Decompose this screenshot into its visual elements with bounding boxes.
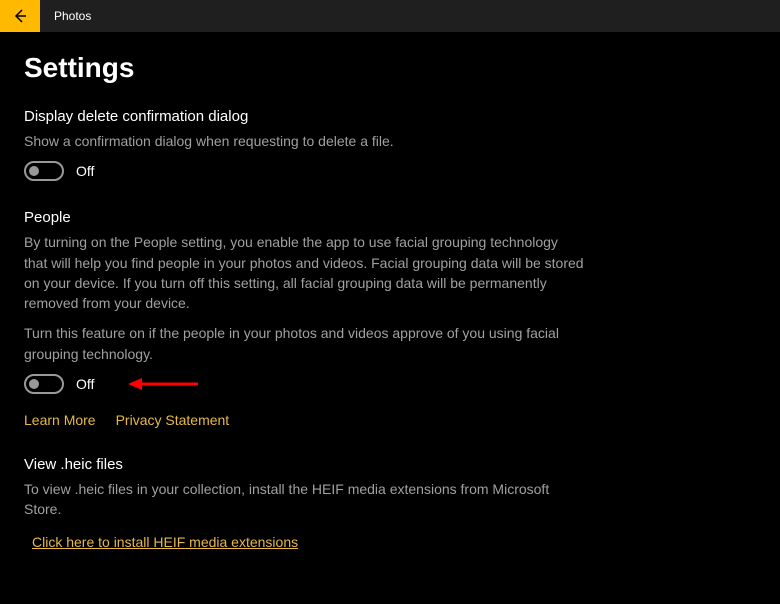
people-links: Learn More Privacy Statement [24, 412, 584, 428]
people-desc-1: By turning on the People setting, you en… [24, 232, 584, 313]
settings-content: Settings Display delete confirmation dia… [0, 32, 780, 604]
page-title: Settings [24, 52, 756, 84]
section-delete-confirm: Display delete confirmation dialog Show … [24, 108, 584, 181]
app-title: Photos [54, 9, 91, 23]
back-button[interactable] [0, 0, 40, 32]
delete-confirm-toggle-row: Off [24, 161, 584, 181]
learn-more-link[interactable]: Learn More [24, 412, 96, 428]
heic-heading: View .heic files [24, 456, 584, 473]
heic-desc: To view .heic files in your collection, … [24, 479, 584, 520]
annotation-arrow [128, 374, 198, 394]
people-desc-2: Turn this feature on if the people in yo… [24, 323, 584, 364]
arrow-left-icon [12, 8, 28, 24]
people-toggle-label: Off [76, 376, 94, 392]
delete-confirm-heading: Display delete confirmation dialog [24, 108, 584, 125]
titlebar: Photos [0, 0, 780, 32]
privacy-statement-link[interactable]: Privacy Statement [116, 412, 230, 428]
heic-install-link[interactable]: Click here to install HEIF media extensi… [32, 534, 298, 550]
delete-confirm-desc: Show a confirmation dialog when requesti… [24, 131, 584, 151]
section-heic: View .heic files To view .heic files in … [24, 456, 584, 552]
delete-confirm-toggle[interactable] [24, 161, 64, 181]
section-people: People By turning on the People setting,… [24, 209, 584, 428]
people-toggle[interactable] [24, 374, 64, 394]
delete-confirm-toggle-label: Off [76, 163, 94, 179]
people-toggle-row: Off [24, 374, 584, 394]
people-heading: People [24, 209, 584, 226]
